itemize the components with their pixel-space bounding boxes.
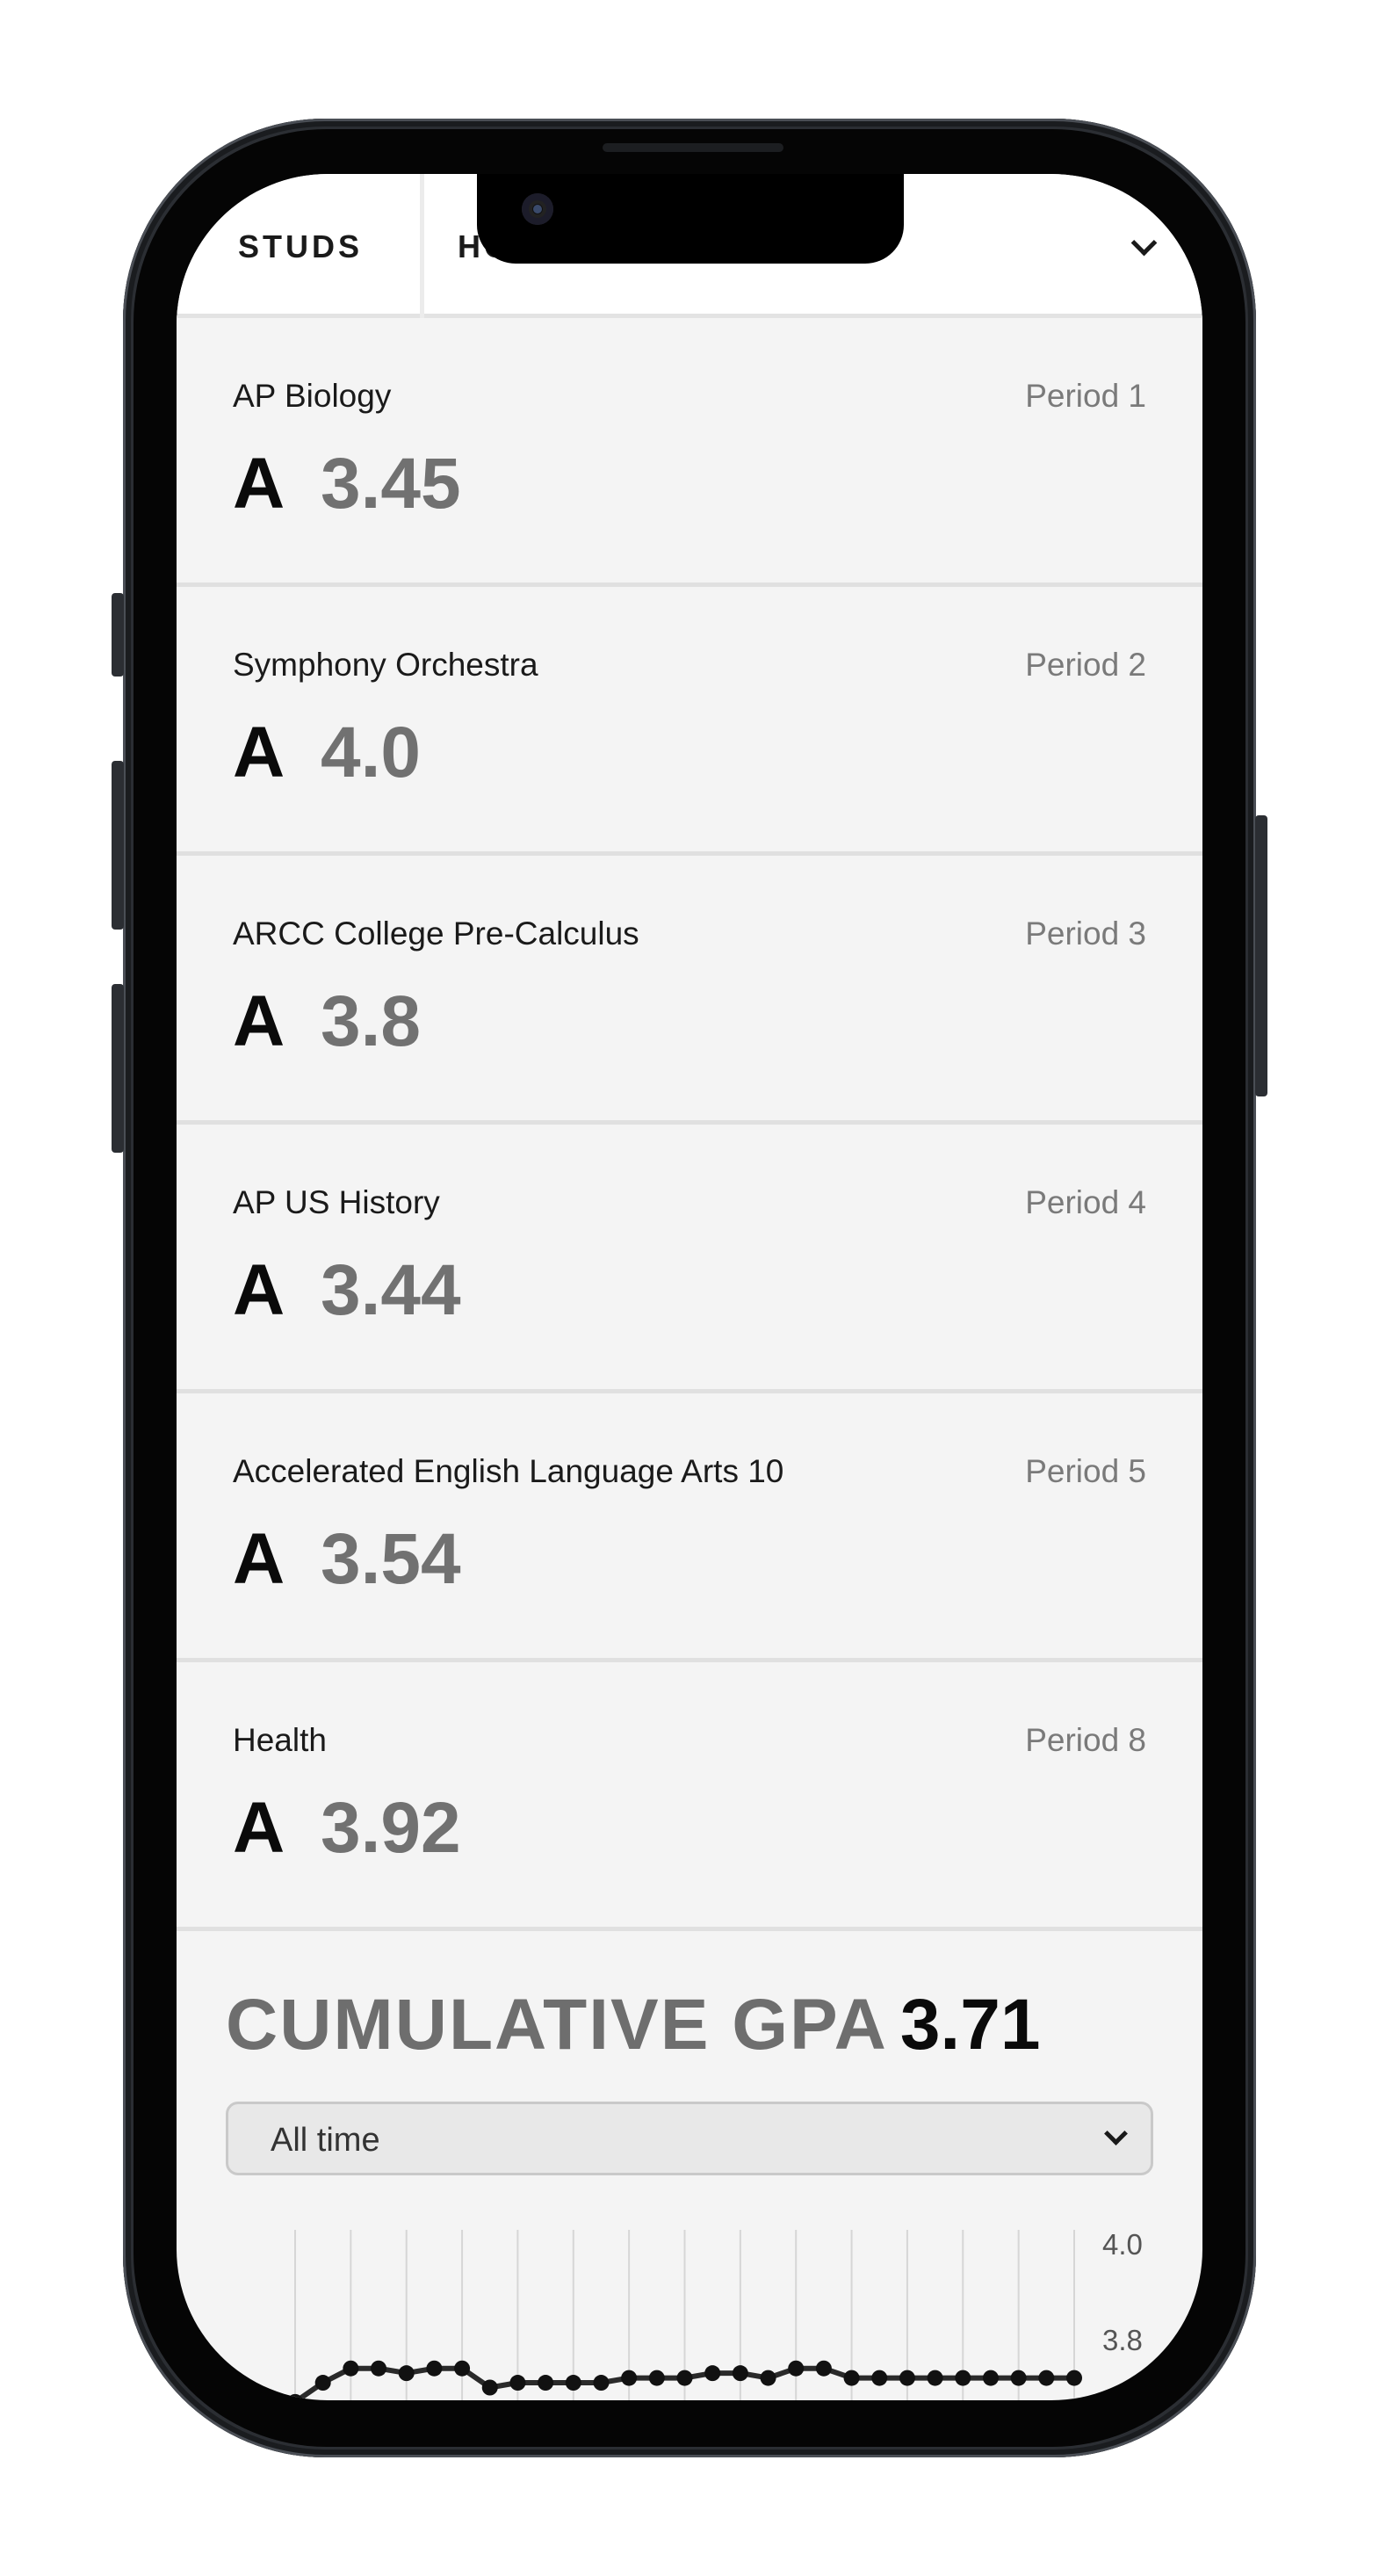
grade-score: 3.8 [321,981,421,1061]
time-range-select[interactable]: All time [226,2102,1153,2175]
gpa-data-point[interactable] [1038,2370,1055,2386]
letter-grade: A [233,1519,285,1599]
gpa-label: CUMULATIVE GPA [226,1985,888,2065]
power-button [1255,815,1267,1096]
mute-switch [112,593,124,677]
time-range-selected: All time [271,2122,380,2159]
earpiece-speaker [603,143,783,152]
gpa-data-point[interactable] [509,2375,526,2391]
class-period: Period 8 [1025,1722,1146,1758]
grade-score: 3.54 [321,1519,461,1599]
tab-studs[interactable]: STUDS [238,228,363,265]
class-card[interactable]: Accelerated English Language Arts 10 Per… [177,1393,1202,1662]
gpa-data-point[interactable] [593,2375,610,2391]
class-period: Period 1 [1025,378,1146,414]
gpa-data-point[interactable] [871,2370,888,2386]
tab-divider [420,174,424,318]
class-card[interactable]: ARCC College Pre-Calculus Period 3 A 3.8 [177,856,1202,1125]
class-period: Period 2 [1025,647,1146,683]
class-card[interactable]: AP Biology Period 1 A 3.45 [177,318,1202,587]
gpa-data-point[interactable] [314,2375,331,2391]
cumulative-gpa-heading: CUMULATIVE GPA 3.71 [226,1984,1040,2066]
gpa-data-point[interactable] [398,2365,415,2382]
gpa-data-point[interactable] [982,2370,999,2386]
gpa-value: 3.71 [899,1985,1041,2065]
letter-grade: A [233,444,285,524]
gpa-data-point[interactable] [815,2360,832,2377]
gpa-data-point[interactable] [760,2370,776,2386]
class-card[interactable]: Symphony Orchestra Period 2 A 4.0 [177,587,1202,856]
letter-grade: A [233,713,285,792]
gpa-data-point[interactable] [732,2365,748,2382]
gpa-data-point[interactable] [621,2370,638,2386]
letter-grade: A [233,981,285,1061]
gpa-data-point[interactable] [676,2370,693,2386]
y-tick-label: 4.0 [1102,2228,1143,2261]
class-name: AP US History [233,1184,440,1220]
letter-grade: A [233,1788,285,1868]
class-card[interactable]: AP US History Period 4 A 3.44 [177,1125,1202,1393]
class-list: AP Biology Period 1 A 3.45 Symphony Orch… [177,318,1202,1931]
front-camera-icon [522,193,553,225]
y-tick-label: 3.8 [1102,2324,1143,2356]
class-name: Health [233,1722,327,1758]
class-name: Symphony Orchestra [233,647,538,683]
gpa-data-point[interactable] [955,2370,971,2386]
gpa-data-point[interactable] [538,2375,554,2391]
gpa-data-point[interactable] [371,2360,387,2377]
chevron-down-icon[interactable] [1130,229,1158,257]
gpa-data-point[interactable] [899,2370,915,2386]
gpa-data-point[interactable] [927,2370,943,2386]
gpa-data-point[interactable] [454,2360,471,2377]
gpa-chart: 4.0 3.8 [287,2228,1143,2400]
gpa-data-point[interactable] [843,2370,860,2386]
gpa-data-point[interactable] [481,2379,498,2396]
class-period: Period 3 [1025,915,1146,952]
gpa-data-point[interactable] [704,2365,721,2382]
gpa-data-point[interactable] [565,2375,581,2391]
grade-score: 3.44 [321,1250,461,1330]
grade-score: 3.92 [321,1788,461,1868]
phone-screen: STUDS HO AP Biology Period 1 A 3.45 Symp… [177,174,1202,2400]
gpa-data-point[interactable] [426,2360,443,2377]
gpa-data-point[interactable] [1066,2370,1082,2386]
class-period: Period 5 [1025,1453,1146,1489]
gpa-data-point[interactable] [788,2360,805,2377]
chevron-down-icon [1104,2122,1128,2145]
grade-score: 3.45 [321,444,461,524]
gpa-data-point[interactable] [343,2360,359,2377]
class-name: ARCC College Pre-Calculus [233,915,639,952]
volume-up-button [112,761,124,930]
notch [477,174,904,264]
grade-score: 4.0 [321,713,421,792]
class-card[interactable]: Health Period 8 A 3.92 [177,1662,1202,1931]
gpa-data-point[interactable] [1010,2370,1027,2386]
volume-down-button [112,984,124,1153]
class-name: Accelerated English Language Arts 10 [233,1453,784,1489]
class-period: Period 4 [1025,1184,1146,1220]
letter-grade: A [233,1250,285,1330]
gpa-data-point[interactable] [648,2370,665,2386]
class-name: AP Biology [233,378,392,414]
